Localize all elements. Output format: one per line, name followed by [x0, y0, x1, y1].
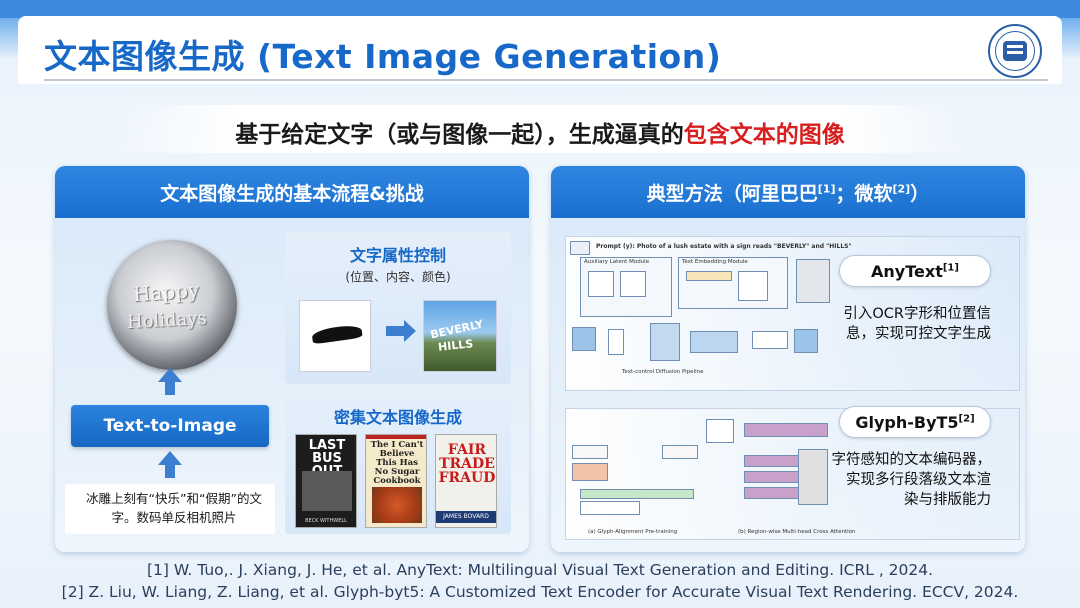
book2-title: The I Can't Believe This Has No Sugar Co… — [370, 440, 424, 486]
glyph-mask-image — [299, 300, 371, 372]
anytext-desc-line1: 引入OCR字形和位置信 — [843, 306, 991, 322]
anytext-diagram-caption: Text-control Diffusion Pipeline — [622, 369, 704, 375]
up-arrow-head-icon — [158, 368, 182, 382]
right-arrow-head-icon — [404, 320, 416, 342]
glyph-desc-line1: 字符感知的文本编码器， — [831, 452, 992, 468]
image-text-holidays: Holidays — [126, 307, 208, 334]
beverly-hills-image: BEVERLY HILLS — [423, 300, 497, 372]
anytext-label: AnyText[1] — [839, 255, 991, 287]
attribute-control-card: 文字属性控制 (位置、内容、颜色) BEVERLY HILLS — [285, 232, 511, 384]
prompt-box: 冰雕上刻有“快乐”和“假期”的文字。数码单反相机照片 — [65, 484, 275, 534]
book3-author: JAMES BOVARD — [436, 511, 496, 523]
slide-title: 文本图像生成 (Text Image Generation) — [44, 37, 722, 76]
book-cover-last-bus-out: LAST BUS OUT BECK WITHWELL — [295, 434, 357, 528]
glyph-byt5-name: Glyph-ByT5 — [855, 413, 959, 432]
book-cover-cookbook: The I Can't Believe This Has No Sugar Co… — [365, 434, 427, 528]
anytext-diagram-module1: Auxiliary Latent Module — [584, 259, 650, 265]
anytext-diagram-prompt: Prompt (y): Photo of a lush estate with … — [596, 243, 852, 250]
book3-title: FAIR TRADE FRAUD — [438, 442, 496, 486]
book-cover-fair-trade-fraud: FAIR TRADE FRAUD JAMES BOVARD — [435, 434, 497, 528]
ice-sculpture-image: Happy Holidays — [107, 240, 237, 370]
right-panel-title: 典型方法（阿里巴巴[1]；微软[2]） — [551, 179, 1025, 206]
subtitle-main: 基于给定文字（或与图像一起），生成逼真的 — [235, 122, 684, 148]
subtitle-highlight: 包含文本的图像 — [683, 122, 845, 148]
dense-text-card: 密集文本图像生成 LAST BUS OUT BECK WITHWELL The … — [285, 394, 511, 534]
title-divider — [44, 79, 1048, 81]
slide-header: 文本图像生成 (Text Image Generation) — [18, 16, 1062, 84]
up-arrow-head-icon-2 — [158, 451, 182, 465]
left-panel-header: 文本图像生成的基本流程&挑战 — [55, 166, 529, 218]
slide: 文本图像生成 (Text Image Generation) 基于给定文字（或与… — [0, 0, 1080, 608]
subtitle: 基于给定文字（或与图像一起），生成逼真的包含文本的图像 — [110, 115, 970, 149]
left-panel-title: 文本图像生成的基本流程&挑战 — [160, 183, 424, 205]
book1-author: BECK WITHWELL — [305, 518, 347, 524]
attribute-control-subtitle: (位置、内容、颜色) — [345, 270, 451, 284]
glyph-byt5-ref: [2] — [958, 413, 975, 425]
glyph-diagram-caption1: (a) Glyph-Alignment Pre-training — [588, 529, 678, 535]
anytext-desc-line2: 息，实现可控文字生成 — [846, 326, 991, 342]
ref1-mark: [1] — [817, 182, 836, 196]
anytext-ref: [1] — [942, 262, 959, 274]
left-panel: 文本图像生成的基本流程&挑战 Happy Holidays Text-to-Im… — [55, 166, 529, 552]
dense-text-title: 密集文本图像生成 — [333, 408, 462, 427]
reference-2: [2] Z. Liu, W. Liang, Z. Liang, et al. G… — [61, 583, 1019, 601]
anytext-name: AnyText — [871, 262, 943, 281]
right-panel: 典型方法（阿里巴巴[1]；微软[2]） Prompt (y): Photo of… — [551, 166, 1025, 552]
glyph-diagram-caption2: (b) Region-wise Multi-head Cross Attenti… — [738, 529, 856, 535]
glyph-byt5-description: 字符感知的文本编码器， 实现多行段落级文本渲 染与排版能力 — [801, 450, 992, 510]
glyph-byt5-label: Glyph-ByT5[2] — [839, 406, 991, 438]
right-panel-title-main: 典型方法（阿里巴巴 — [646, 183, 818, 205]
hills-text-hills: HILLS — [437, 337, 474, 354]
glyph-desc-line3: 染与排版能力 — [904, 492, 991, 508]
image-text-happy: Happy — [132, 277, 201, 307]
reference-1: [1] W. Tuo,. J. Xiang, J. He, et al. Any… — [146, 561, 934, 579]
right-panel-title-sep: ；微软 — [835, 183, 893, 205]
right-panel-title-close: ） — [910, 183, 930, 205]
university-logo-icon — [988, 24, 1042, 78]
attribute-control-title: 文字属性控制 — [349, 246, 446, 265]
anytext-diagram-module2: Text Embedding Module — [682, 259, 748, 265]
prompt-text: 冰雕上刻有“快乐”和“假期”的文字。数码单反相机照片 — [86, 491, 262, 525]
right-arrow-icon — [386, 326, 406, 336]
right-panel-header: 典型方法（阿里巴巴[1]；微软[2]） — [551, 166, 1025, 218]
ref2-mark: [2] — [892, 182, 911, 196]
subtitle-banner: 基于给定文字（或与图像一起），生成逼真的包含文本的图像 — [110, 105, 970, 153]
glyph-desc-line2: 实现多行段落级文本渲 — [846, 472, 991, 488]
anytext-description: 引入OCR字形和位置信 息，实现可控文字生成 — [811, 304, 991, 344]
text-to-image-button[interactable]: Text-to-Image — [71, 405, 269, 447]
